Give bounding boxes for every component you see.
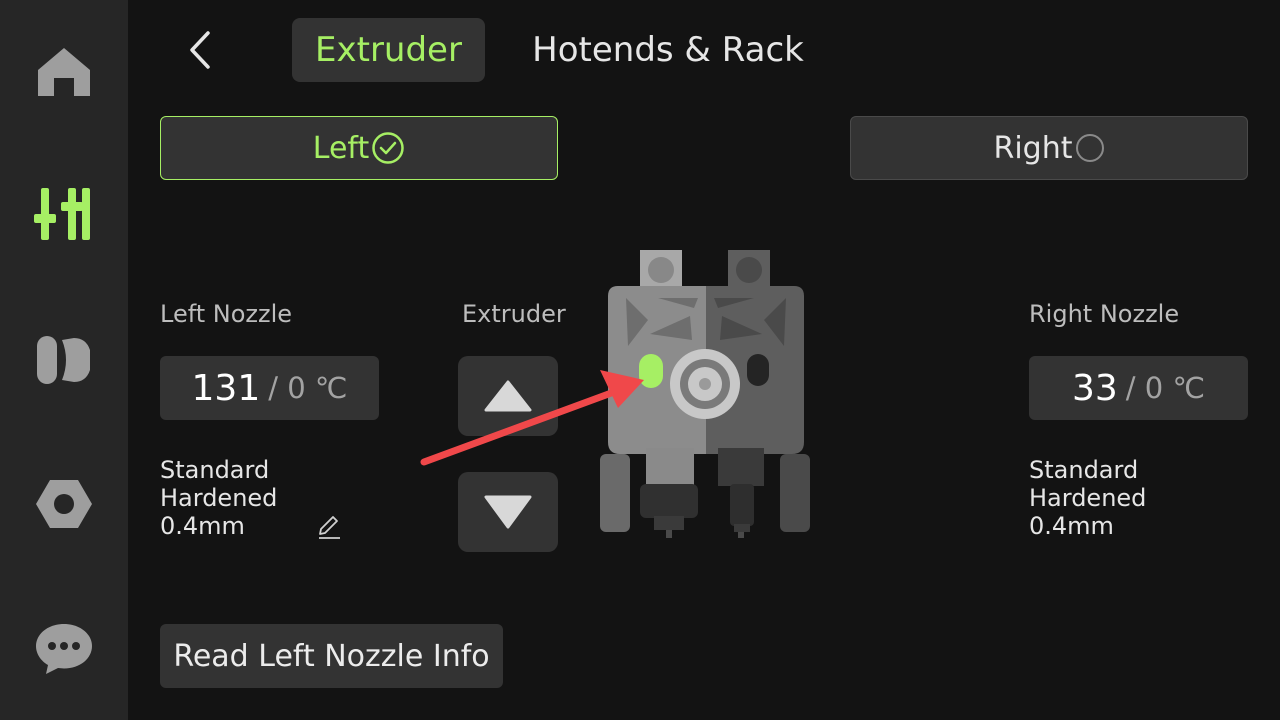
- right-nozzle-info: Standard Hardened 0.4mm: [1029, 456, 1146, 540]
- home-icon[interactable]: [28, 36, 100, 108]
- left-nozzle-current-temp: 131: [191, 367, 261, 409]
- left-nozzle-type-line1: Standard: [160, 456, 270, 484]
- right-nozzle-temp-box[interactable]: 33 / 0 ℃: [1029, 356, 1248, 420]
- edit-nozzle-button[interactable]: [316, 514, 342, 540]
- right-nozzle-type-line2: Hardened: [1029, 484, 1147, 512]
- pencil-icon: [319, 516, 340, 539]
- annotation-arrow-icon: [420, 370, 644, 466]
- right-extruder-label: Right: [993, 130, 1073, 166]
- right-nozzle-type-line1: Standard: [1029, 456, 1139, 484]
- right-nozzle-target-temp: / 0 ℃: [1125, 371, 1206, 405]
- right-nozzle-current-temp: 33: [1071, 367, 1118, 409]
- radio-circle-icon: [1075, 134, 1104, 162]
- right-extruder-button[interactable]: Right: [850, 116, 1248, 180]
- chevron-left-icon: [190, 31, 210, 69]
- sliders-icon[interactable]: [28, 178, 100, 250]
- triangle-down-icon: [484, 495, 532, 529]
- extrude-down-button[interactable]: [458, 472, 558, 552]
- right-nozzle-diameter: 0.4mm: [1029, 512, 1114, 540]
- sidebar: [0, 0, 128, 720]
- filament-spool-icon[interactable]: [28, 324, 100, 396]
- left-nozzle-target-temp: / 0 ℃: [268, 371, 348, 405]
- hex-nut-icon[interactable]: [28, 468, 100, 540]
- tab-hotends-rack[interactable]: Hotends & Rack: [518, 18, 818, 82]
- left-nozzle-title: Left Nozzle: [160, 300, 293, 328]
- extruder-title: Extruder: [462, 300, 566, 328]
- chat-bubble-icon[interactable]: [28, 612, 100, 684]
- left-nozzle-info: Standard Hardened 0.4mm: [160, 456, 277, 540]
- read-left-nozzle-info-button[interactable]: Read Left Nozzle Info: [160, 624, 503, 688]
- left-extruder-label: Left: [312, 130, 370, 166]
- tab-extruder[interactable]: Extruder: [292, 18, 485, 82]
- left-nozzle-type-line2: Hardened: [160, 484, 278, 512]
- left-nozzle-temp-box[interactable]: 131 / 0 ℃: [160, 356, 379, 420]
- left-extruder-button[interactable]: Left: [160, 116, 558, 180]
- check-circle-icon: [372, 132, 404, 164]
- back-button[interactable]: [176, 20, 224, 80]
- right-nozzle-title: Right Nozzle: [1029, 300, 1180, 328]
- left-nozzle-diameter: 0.4mm: [160, 512, 245, 540]
